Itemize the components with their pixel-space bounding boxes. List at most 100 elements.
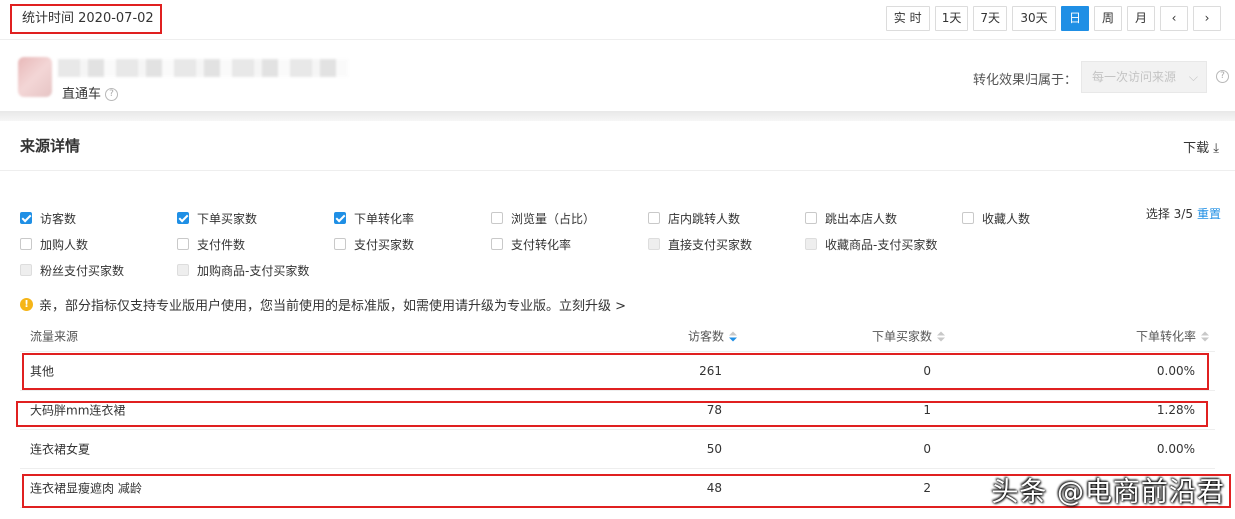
metric-label: 加购人数: [40, 237, 89, 252]
metric-option[interactable]: 跳出本店人数: [805, 205, 962, 231]
col-conversion[interactable]: 下单转化率: [1136, 327, 1209, 344]
chevron-left-icon[interactable]: ‹: [1160, 6, 1188, 31]
range-day-button[interactable]: 日: [1061, 6, 1089, 31]
table-row[interactable]: 其他 261 0 0.00%: [20, 352, 1215, 391]
range-week-button[interactable]: 周: [1094, 6, 1122, 31]
checkbox-icon: [648, 238, 660, 250]
metric-option[interactable]: 支付转化率: [491, 231, 648, 257]
checkbox-icon[interactable]: [491, 238, 503, 250]
metric-option[interactable]: 浏览量（占比）: [491, 205, 648, 231]
metric-option: 粉丝支付买家数: [20, 257, 177, 283]
checkbox-icon[interactable]: [334, 212, 346, 224]
cell-visitors: 48: [706, 481, 722, 495]
attribution-help-icon[interactable]: ?: [1216, 70, 1229, 83]
upgrade-notice[interactable]: ! 亲，部分指标仅支持专业版用户使用，您当前使用的是标准版，如需使用请升级为专业…: [20, 295, 626, 314]
metric-option[interactable]: 支付件数: [177, 231, 334, 257]
range-30d-button[interactable]: 30天: [1012, 6, 1056, 31]
sort-icon[interactable]: [937, 331, 945, 342]
channel-name: 直通车?: [62, 83, 119, 102]
section-divider: [0, 111, 1235, 121]
checkbox-icon: [805, 238, 817, 250]
cell-source: 连衣裙女夏: [30, 442, 91, 457]
metric-option[interactable]: 下单转化率: [334, 205, 491, 231]
metric-label: 下单买家数: [197, 211, 258, 226]
cell-visitors: 261: [699, 364, 722, 378]
table-header: 流量来源 访客数 下单买家数 下单转化率: [20, 320, 1215, 352]
range-7d-button[interactable]: 7天: [973, 6, 1007, 31]
metric-option[interactable]: 支付买家数: [334, 231, 491, 257]
checkbox-icon[interactable]: [805, 212, 817, 224]
date-range-group: 实 时 1天 7天 30天 日 周 月 ‹ ›: [885, 6, 1221, 31]
metric-label: 粉丝支付买家数: [40, 263, 125, 278]
attribution-value: 每一次访问来源: [1092, 70, 1177, 84]
download-icon: ⤓: [1213, 141, 1219, 156]
metric-option[interactable]: 加购人数: [20, 231, 177, 257]
shop-header: 直通车? 转化效果归属于： 每一次访问来源 ⌵ ?: [0, 41, 1235, 111]
channel-label: 直通车: [62, 87, 102, 102]
help-icon[interactable]: ?: [105, 88, 119, 101]
cell-conversion: 0.00%: [1156, 364, 1195, 378]
metric-label: 直接支付买家数: [668, 237, 753, 252]
metric-option: 加购商品-支付买家数: [177, 257, 334, 283]
metric-option[interactable]: 店内跳转人数: [648, 205, 805, 231]
metric-label: 收藏商品-支付买家数: [825, 237, 938, 252]
metric-row: 访客数 下单买家数 下单转化率 浏览量（占比） 店内跳转人数 跳出本店人数 收藏人数: [20, 205, 1150, 231]
metric-option[interactable]: 下单买家数: [177, 205, 334, 231]
checkbox-icon[interactable]: [20, 212, 32, 224]
reset-link[interactable]: 重置: [1197, 207, 1221, 221]
col-buyers[interactable]: 下单买家数: [872, 327, 945, 344]
metric-label: 跳出本店人数: [825, 211, 898, 226]
metric-row: 加购人数 支付件数 支付买家数 支付转化率 直接支付买家数 收藏商品-支付买家数: [20, 231, 1150, 257]
metric-option[interactable]: 收藏人数: [962, 205, 1119, 231]
top-bar: 统计时间 2020-07-02 实 时 1天 7天 30天 日 周 月 ‹ ›: [0, 0, 1235, 40]
attribution-select[interactable]: 每一次访问来源 ⌵: [1081, 61, 1207, 93]
metric-label: 下单转化率: [354, 211, 415, 226]
cell-buyers: 1: [923, 403, 931, 417]
chevron-right-icon[interactable]: ›: [1193, 6, 1221, 31]
cell-source: 大码胖mm连衣裙: [30, 403, 126, 418]
checkbox-icon[interactable]: [177, 238, 189, 250]
metric-label: 加购商品-支付买家数: [197, 263, 310, 278]
chevron-down-icon: ⌵: [1188, 70, 1198, 84]
cell-conversion: 1.28%: [1156, 403, 1195, 417]
cell-visitors: 50: [706, 442, 722, 456]
col-conversion-label: 下单转化率: [1135, 329, 1196, 343]
sort-icon[interactable]: [729, 331, 737, 342]
selection-count: 选择 3/5 重置: [1146, 205, 1221, 222]
metric-label: 访客数: [40, 211, 77, 226]
checkbox-icon: [177, 264, 189, 276]
col-buyers-label: 下单买家数: [871, 329, 932, 343]
warning-icon: !: [20, 298, 33, 311]
notice-text: 亲，部分指标仅支持专业版用户使用，您当前使用的是标准版，如需使用请升级为专业版。…: [39, 299, 627, 314]
checkbox-icon[interactable]: [177, 212, 189, 224]
range-month-button[interactable]: 月: [1127, 6, 1155, 31]
sort-icon[interactable]: [1201, 331, 1209, 342]
cell-source: 连衣裙显瘦遮肉 减龄: [30, 481, 142, 496]
metric-selector: 访客数 下单买家数 下单转化率 浏览量（占比） 店内跳转人数 跳出本店人数 收藏人数加购人数…: [20, 205, 1150, 283]
range-realtime-button[interactable]: 实 时: [885, 6, 930, 31]
metric-label: 支付件数: [197, 237, 246, 252]
table-row[interactable]: 连衣裙女夏 50 0 0.00%: [20, 430, 1215, 469]
download-button[interactable]: 下载 ⤓: [1183, 137, 1219, 156]
checkbox-icon[interactable]: [648, 212, 660, 224]
cell-buyers: 2: [923, 481, 931, 495]
shop-name-blurred: [58, 59, 348, 77]
cell-visitors: 78: [706, 403, 722, 417]
range-1d-button[interactable]: 1天: [934, 6, 969, 31]
table-row[interactable]: 大码胖mm连衣裙 78 1 1.28%: [20, 391, 1215, 430]
metric-option[interactable]: 访客数: [20, 205, 177, 231]
checkbox-icon[interactable]: [334, 238, 346, 250]
checkbox-icon[interactable]: [20, 238, 32, 250]
metric-label: 浏览量（占比）: [511, 211, 596, 226]
download-label: 下载: [1183, 141, 1210, 156]
cell-source: 其他: [30, 364, 55, 379]
col-visitors-label: 访客数: [687, 329, 724, 343]
attribution-label: 转化效果归属于：: [972, 73, 1077, 88]
checkbox-icon[interactable]: [491, 212, 503, 224]
metric-label: 收藏人数: [982, 211, 1031, 226]
section-header: 来源详情 下载 ⤓: [0, 121, 1235, 171]
checkbox-icon[interactable]: [962, 212, 974, 224]
col-visitors[interactable]: 访客数: [688, 327, 737, 344]
metric-label: 支付买家数: [354, 237, 415, 252]
section-title: 来源详情: [20, 137, 81, 155]
